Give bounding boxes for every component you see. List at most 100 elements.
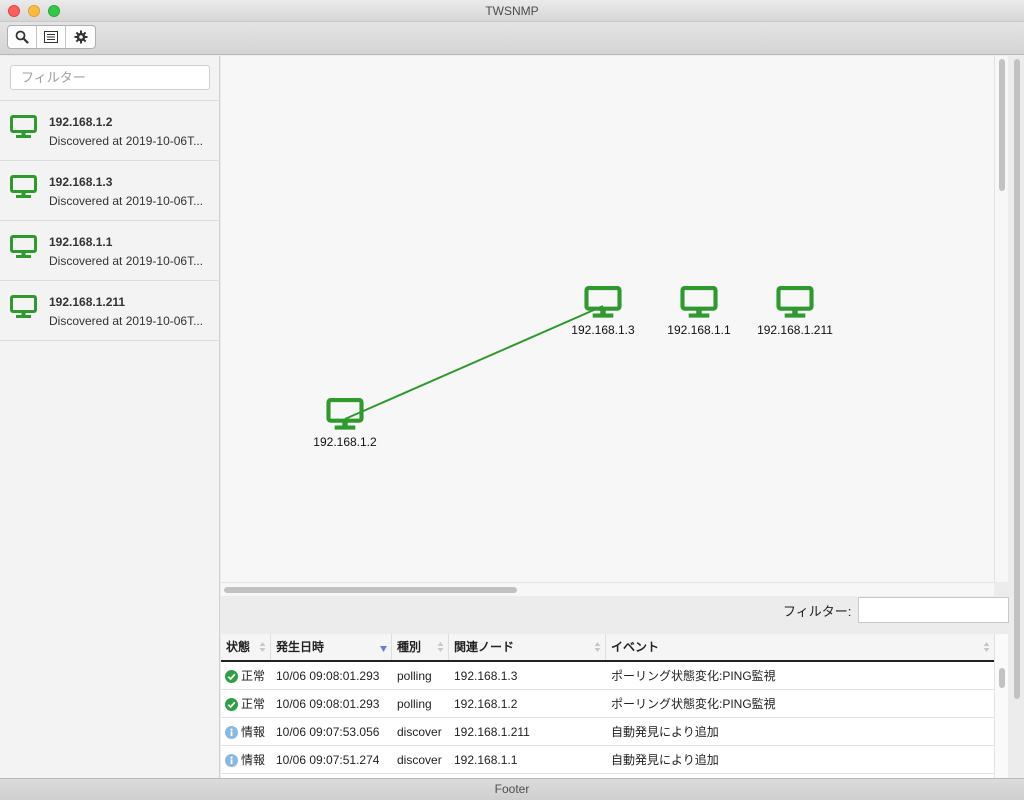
log-filter-input[interactable] — [858, 597, 1009, 623]
node-list-item[interactable]: 192.168.1.211 Discovered at 2019-10-06T.… — [0, 281, 220, 341]
column-label: 発生日時 — [276, 640, 325, 654]
node-description: Discovered at 2019-10-06T... — [49, 254, 204, 268]
scrollbar-thumb[interactable] — [999, 668, 1005, 688]
monitor-icon — [10, 175, 37, 198]
map-node[interactable]: 192.168.1.211 — [750, 286, 840, 337]
column-header-node[interactable]: 関連ノード — [449, 634, 606, 660]
time-cell: 10/06 09:07:51.274 — [276, 753, 380, 767]
monitor-icon — [10, 115, 37, 138]
time-cell: 10/06 09:08:01.293 — [276, 669, 380, 683]
scrollbar-thumb[interactable] — [224, 587, 517, 593]
main-vertical-scrollbar[interactable] — [1010, 56, 1024, 778]
map-node-label: 192.168.1.1 — [667, 323, 731, 337]
type-cell: discover — [397, 753, 442, 767]
event-cell: ポーリング状態変化:PING監視 — [611, 669, 776, 683]
monitor-icon — [10, 295, 37, 318]
scrollbar-thumb[interactable] — [1014, 59, 1020, 699]
network-map[interactable]: 192.168.1.2 192.168.1.3 192.168.1.1 192.… — [221, 56, 994, 582]
node-cell: 192.168.1.211 — [454, 725, 530, 739]
node-list-item[interactable]: 192.168.1.3 Discovered at 2019-10-06T... — [0, 161, 220, 221]
gear-icon — [74, 30, 87, 44]
scrollbar-thumb[interactable] — [999, 59, 1005, 191]
table-row[interactable]: 正常 10/06 09:08:01.293 polling 192.168.1.… — [221, 690, 994, 718]
column-header-time[interactable]: 発生日時 — [271, 634, 392, 660]
type-cell: polling — [397, 697, 432, 711]
table-row[interactable]: 情報 10/06 09:07:51.274 discover 192.168.1… — [221, 746, 994, 774]
time-cell: 10/06 09:07:53.056 — [276, 725, 380, 739]
search-button[interactable] — [8, 26, 37, 48]
sort-descending-icon — [380, 646, 387, 652]
map-node-label: 192.168.1.3 — [571, 323, 635, 337]
node-ip: 192.168.1.3 — [49, 175, 113, 189]
status-cell: 情報 — [221, 746, 271, 774]
monitor-icon — [326, 398, 364, 430]
info-circle-icon — [225, 753, 238, 767]
status-cell: 正常 — [221, 690, 271, 718]
sidebar-filter-input[interactable] — [10, 65, 210, 90]
time-cell: 10/06 09:08:01.293 — [276, 697, 380, 711]
table-header: 状態 発生日時 種別 関連ノード イベント — [221, 634, 994, 662]
table-row[interactable]: 正常 10/06 09:08:01.293 polling 192.168.1.… — [221, 662, 994, 690]
event-cell: 自動発見により追加 — [611, 753, 719, 767]
column-label: イベント — [611, 640, 660, 654]
map-horizontal-scrollbar[interactable] — [221, 582, 994, 596]
map-vertical-scrollbar[interactable] — [994, 56, 1008, 582]
monitor-icon — [776, 286, 814, 318]
node-ip: 192.168.1.1 — [49, 235, 113, 249]
node-ip: 192.168.1.2 — [49, 115, 113, 129]
sort-icon — [259, 642, 266, 652]
status-text: 情報 — [241, 725, 266, 739]
toolbar — [0, 22, 1024, 55]
sort-icon — [983, 642, 990, 652]
map-node-label: 192.168.1.2 — [313, 435, 377, 449]
list-icon — [44, 31, 58, 43]
type-cell: polling — [397, 669, 432, 683]
column-header-event[interactable]: イベント — [606, 634, 994, 660]
window-title: TWSNMP — [485, 4, 539, 18]
column-label: 関連ノード — [454, 640, 515, 654]
map-node[interactable]: 192.168.1.1 — [654, 286, 744, 337]
map-node-label: 192.168.1.211 — [757, 323, 833, 337]
status-cell: 正常 — [221, 662, 271, 690]
node-ip: 192.168.1.211 — [49, 295, 126, 309]
log-filter-label: フィルター: — [783, 604, 852, 619]
node-sidebar: 192.168.1.2 Discovered at 2019-10-06T...… — [0, 56, 220, 778]
column-header-status[interactable]: 状態 — [221, 634, 271, 660]
sort-icon — [594, 642, 601, 652]
info-circle-icon — [225, 725, 238, 739]
column-label: 状態 — [226, 640, 251, 654]
node-cell: 192.168.1.3 — [454, 669, 518, 683]
node-cell: 192.168.1.2 — [454, 697, 518, 711]
monitor-icon — [680, 286, 718, 318]
status-cell: 情報 — [221, 718, 271, 746]
node-list: 192.168.1.2 Discovered at 2019-10-06T...… — [0, 100, 220, 341]
log-vertical-scrollbar[interactable] — [994, 634, 1008, 778]
event-cell: ポーリング状態変化:PING監視 — [611, 697, 776, 711]
status-text: 正常 — [241, 697, 266, 711]
map-node[interactable]: 192.168.1.3 — [558, 286, 648, 337]
check-circle-icon — [225, 697, 238, 711]
footer: Footer — [0, 778, 1024, 800]
node-description: Discovered at 2019-10-06T... — [49, 134, 204, 148]
list-button[interactable] — [37, 26, 66, 48]
monitor-icon — [10, 235, 37, 258]
table-row[interactable]: 情報 10/06 09:07:53.056 discover 192.168.1… — [221, 718, 994, 746]
node-description: Discovered at 2019-10-06T... — [49, 314, 204, 328]
type-cell: discover — [397, 725, 442, 739]
toolbar-button-group — [7, 25, 96, 49]
check-circle-icon — [225, 669, 238, 683]
search-icon — [15, 30, 29, 44]
settings-button[interactable] — [66, 26, 95, 48]
event-log-table: 状態 発生日時 種別 関連ノード イベント 正常 10/06 09:08:01.… — [221, 634, 994, 778]
column-header-type[interactable]: 種別 — [392, 634, 449, 660]
status-text: 正常 — [241, 669, 266, 683]
status-text: 情報 — [241, 753, 266, 767]
node-cell: 192.168.1.1 — [454, 753, 518, 767]
sort-icon — [437, 642, 444, 652]
node-list-item[interactable]: 192.168.1.2 Discovered at 2019-10-06T... — [0, 101, 220, 161]
node-description: Discovered at 2019-10-06T... — [49, 194, 204, 208]
node-list-item[interactable]: 192.168.1.1 Discovered at 2019-10-06T... — [0, 221, 220, 281]
map-node[interactable]: 192.168.1.2 — [300, 398, 390, 449]
title-bar: TWSNMP — [0, 0, 1024, 22]
column-label: 種別 — [397, 640, 422, 654]
